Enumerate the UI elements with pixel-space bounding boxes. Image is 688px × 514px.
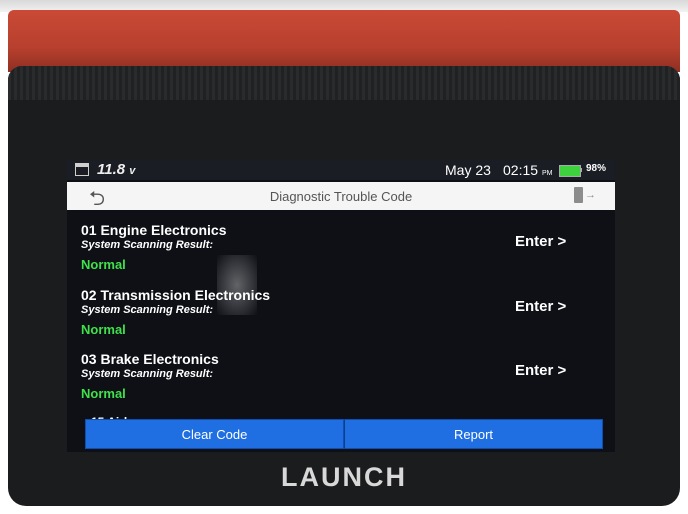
bezel-texture <box>8 66 680 100</box>
battery-icon <box>559 165 581 177</box>
clear-code-button[interactable]: Clear Code <box>85 419 344 449</box>
time-suffix: PM <box>541 170 553 177</box>
system-list: 01 Engine Electronics System Scanning Re… <box>67 212 615 420</box>
system-status: Normal <box>81 386 126 401</box>
voltage-unit: v <box>129 165 136 177</box>
time-value: 02:15 <box>503 162 539 178</box>
system-item-transmission[interactable]: 02 Transmission Electronics System Scann… <box>67 277 615 341</box>
status-time: 02:15 PM <box>503 162 552 178</box>
title-bar: ⮌ Diagnostic Trouble Code → <box>67 182 615 210</box>
exit-arrow-icon: → <box>585 189 596 201</box>
status-bar: 11.8 v May 23 02:15 PM 98% <box>67 160 615 180</box>
battery-percent: 98% <box>586 163 607 174</box>
action-bar: Clear Code Report <box>85 419 603 449</box>
battery-tip <box>580 168 582 172</box>
exit-icon[interactable] <box>574 187 583 203</box>
report-button[interactable]: Report <box>344 419 603 449</box>
device-case <box>8 10 680 72</box>
screen-glare <box>217 255 257 315</box>
status-date: May 23 <box>445 162 491 178</box>
system-subtitle: System Scanning Result: <box>81 239 214 251</box>
page-title: Diagnostic Trouble Code <box>269 189 413 204</box>
system-subtitle: System Scanning Result: <box>81 368 214 380</box>
calendar-icon <box>75 163 89 176</box>
system-status: Normal <box>81 322 126 337</box>
voltage-value: 11.8 <box>97 161 126 178</box>
device-brand-logo: LAUNCH <box>281 462 407 492</box>
battery-voltage: 11.8 v <box>97 161 135 178</box>
system-item-engine[interactable]: 01 Engine Electronics System Scanning Re… <box>67 212 615 276</box>
enter-button[interactable]: Enter > <box>515 362 566 379</box>
system-subtitle: System Scanning Result: <box>81 304 214 316</box>
system-item-brake[interactable]: 03 Brake Electronics System Scanning Res… <box>67 341 615 405</box>
system-title: 03 Brake Electronics <box>81 351 219 367</box>
enter-button[interactable]: Enter > <box>515 233 566 250</box>
system-status: Normal <box>81 257 126 272</box>
device-screen: 11.8 v May 23 02:15 PM 98% ⮌ Diagnostic … <box>67 160 615 452</box>
system-title: 01 Engine Electronics <box>81 222 227 238</box>
enter-button[interactable]: Enter > <box>515 298 566 315</box>
